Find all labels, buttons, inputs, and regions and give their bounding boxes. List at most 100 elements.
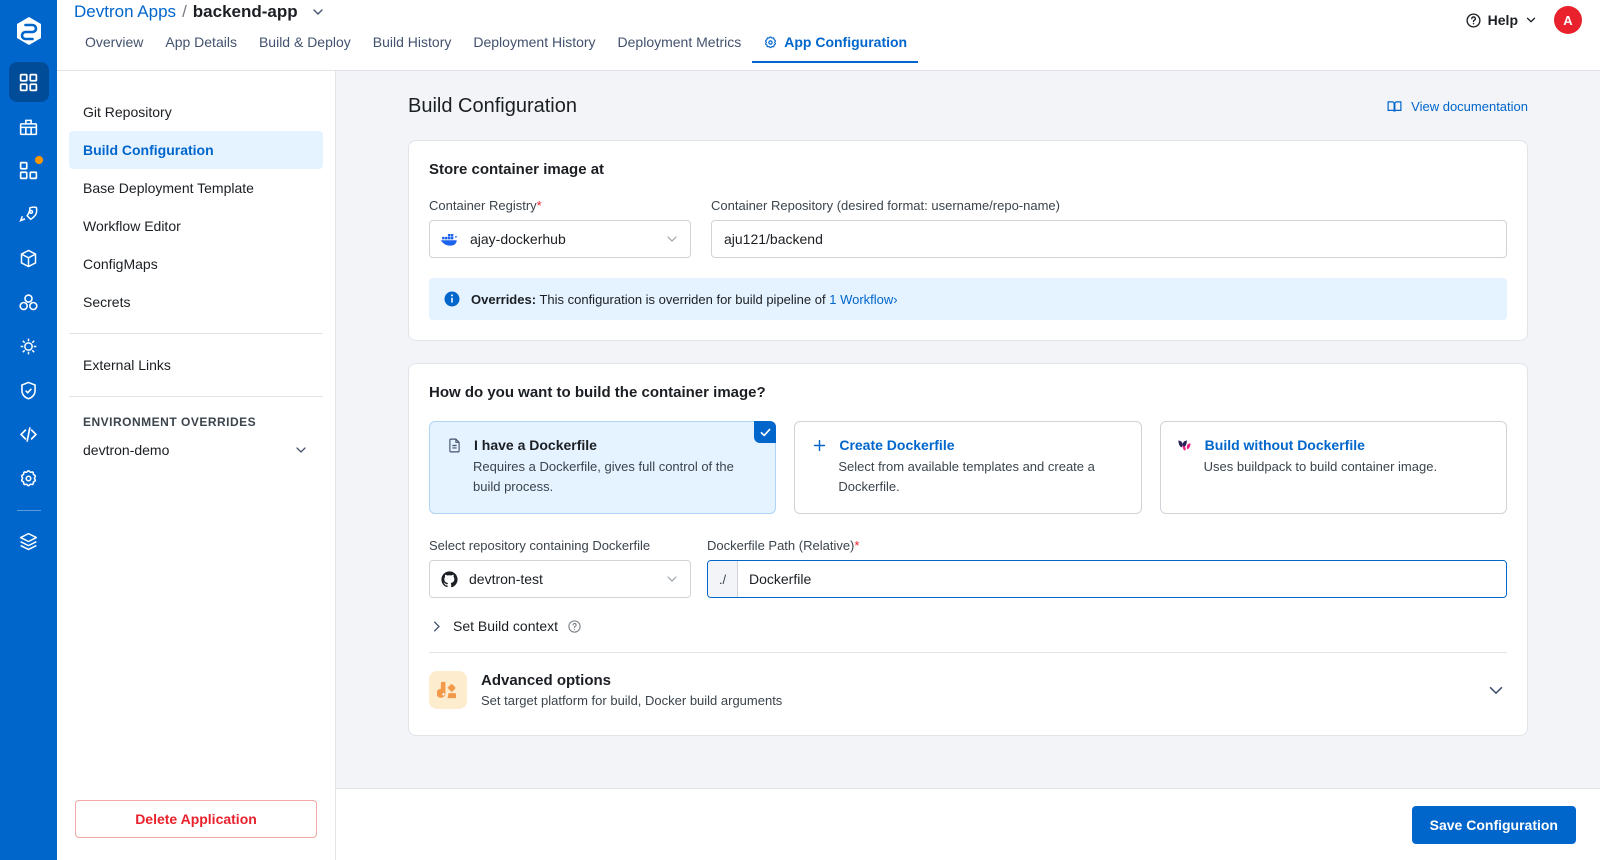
- devtron-logo-icon[interactable]: [0, 0, 57, 62]
- rail-item-bug-icon[interactable]: [9, 326, 49, 366]
- chevron-down-icon[interactable]: [1485, 679, 1507, 701]
- tab-overview[interactable]: Overview: [74, 30, 154, 63]
- overrides-link-caret[interactable]: ›: [893, 292, 897, 307]
- sidebar-item-build-configuration[interactable]: Build Configuration: [69, 131, 323, 169]
- breadcrumb-parent-link[interactable]: Devtron Apps: [74, 2, 176, 22]
- required-marker: *: [854, 538, 860, 553]
- set-build-context-label: Set Build context: [453, 618, 559, 634]
- dockerfile-repository-label: Select repository containing Dockerfile: [429, 538, 651, 553]
- option-header: Create Dockerfile: [811, 436, 1124, 454]
- rail-item-chart-store[interactable]: [9, 106, 49, 146]
- option-description: Requires a Dockerfile, gives full contro…: [473, 459, 734, 494]
- content-footer: Save Configuration: [336, 788, 1600, 860]
- sidebar-item-secrets[interactable]: Secrets: [69, 283, 323, 321]
- label-text: Dockerfile Path (Relative): [707, 538, 855, 553]
- breadcrumb-separator: /: [182, 2, 187, 21]
- build-method-card: How do you want to build the container i…: [408, 363, 1528, 736]
- tab-app-configuration[interactable]: App Configuration: [752, 30, 919, 63]
- container-registry-select[interactable]: ajay-dockerhub: [429, 220, 691, 258]
- rail-item-resource-browser[interactable]: [9, 238, 49, 278]
- rail-item-security[interactable]: [9, 370, 49, 410]
- container-repository-label: Container Repository (desired format: us…: [711, 198, 1060, 213]
- label-text: Container Registry: [429, 198, 537, 213]
- tab-deployment-metrics[interactable]: Deployment Metrics: [607, 30, 753, 63]
- delete-application-button[interactable]: Delete Application: [75, 800, 317, 838]
- tab-label: Deployment History: [473, 34, 596, 50]
- rail-item-global-configurations[interactable]: [9, 458, 49, 498]
- rail-item-clusters[interactable]: [9, 282, 49, 322]
- chevron-down-icon[interactable]: [310, 4, 326, 20]
- required-marker: *: [536, 198, 542, 213]
- app-tabs: Overview App Details Build & Deploy Buil…: [74, 30, 919, 63]
- advanced-options-subtitle: Set target platform for build, Docker bu…: [481, 693, 783, 708]
- tab-build-and-deploy[interactable]: Build & Deploy: [248, 30, 362, 63]
- option-i-have-a-dockerfile[interactable]: I have a Dockerfile Requires a Dockerfil…: [429, 421, 777, 514]
- option-header: Build without Dockerfile: [1177, 436, 1490, 454]
- option-header: I have a Dockerfile: [446, 436, 759, 454]
- sidebar-item-label: External Links: [83, 357, 171, 373]
- help-button[interactable]: Help: [1465, 12, 1538, 29]
- chevron-down-icon: [664, 231, 680, 247]
- tab-label: App Configuration: [784, 34, 908, 50]
- build-method-question: How do you want to build the container i…: [429, 384, 766, 401]
- advanced-options-row[interactable]: Advanced options Set target platform for…: [429, 667, 1507, 715]
- config-sidebar: Git Repository Build Configuration Base …: [57, 71, 336, 860]
- view-documentation-link[interactable]: View documentation: [1386, 98, 1528, 115]
- option-description: Uses buildpack to build container image.: [1203, 459, 1438, 474]
- sidebar-item-git-repository[interactable]: Git Repository: [69, 93, 323, 131]
- sidebar-item-label: Secrets: [83, 294, 131, 310]
- sidebar-divider: [69, 396, 323, 397]
- set-build-context-toggle[interactable]: Set Build context: [429, 618, 1507, 634]
- dockerfile-repository-field: Select repository containing Dockerfile …: [429, 538, 691, 598]
- sidebar-item-base-deployment-template[interactable]: Base Deployment Template: [69, 169, 323, 207]
- rail-item-application-groups[interactable]: [9, 150, 49, 190]
- app-body: Git Repository Build Configuration Base …: [57, 71, 1600, 860]
- avatar[interactable]: A: [1554, 6, 1582, 34]
- tab-label: Overview: [85, 34, 144, 50]
- sidebar-item-label: Git Repository: [83, 104, 172, 120]
- dockerfile-path-label: Dockerfile Path (Relative)*: [707, 538, 1507, 553]
- store-container-image-card: Store container image at Container Regis…: [408, 140, 1528, 341]
- sidebar-item-workflow-editor[interactable]: Workflow Editor: [69, 207, 323, 245]
- dockerfile-repository-select[interactable]: devtron-test: [429, 560, 691, 598]
- rail-item-stack-manager[interactable]: [9, 521, 49, 561]
- dockerfile-location-row: Select repository containing Dockerfile …: [429, 538, 1507, 598]
- question-circle-icon: [1465, 12, 1482, 29]
- overrides-info-bar: Overrides: This configuration is overrid…: [429, 278, 1507, 320]
- container-registry-label: Container Registry*: [429, 198, 691, 213]
- sidebar-item-label: Base Deployment Template: [83, 180, 254, 196]
- tab-label: Deployment Metrics: [617, 34, 742, 50]
- registry-row: Container Registry* ajay-dockerhub Conta…: [429, 198, 1507, 258]
- sidebar-item-devtron-demo[interactable]: devtron-demo: [69, 433, 323, 467]
- chevron-down-icon: [1524, 13, 1538, 27]
- tab-deployment-history[interactable]: Deployment History: [462, 30, 606, 63]
- sidebar-item-configmaps[interactable]: ConfigMaps: [69, 245, 323, 283]
- chevron-right-icon: [429, 619, 444, 634]
- rail-item-jobs[interactable]: [9, 194, 49, 234]
- app-header: Devtron Apps / backend-app Overview App …: [57, 0, 1600, 71]
- rail-item-code-icon[interactable]: [9, 414, 49, 454]
- option-title: I have a Dockerfile: [474, 437, 597, 453]
- option-build-without-dockerfile[interactable]: Build without Dockerfile Uses buildpack …: [1159, 421, 1507, 514]
- tab-label: Build History: [372, 34, 452, 50]
- sidebar-item-label: Workflow Editor: [83, 218, 181, 234]
- tab-app-details[interactable]: App Details: [154, 30, 248, 63]
- option-title: Create Dockerfile: [839, 437, 955, 453]
- container-repository-input[interactable]: [711, 220, 1507, 258]
- rail-item-applications[interactable]: [8, 62, 49, 102]
- save-configuration-button[interactable]: Save Configuration: [1411, 805, 1576, 844]
- tab-build-history[interactable]: Build History: [362, 30, 463, 63]
- overrides-workflow-link[interactable]: 1 Workflow: [829, 292, 893, 307]
- chevron-down-icon: [664, 571, 680, 587]
- tab-label: App Details: [165, 34, 237, 50]
- sidebar-item-label: Build Configuration: [83, 142, 214, 158]
- sidebar-item-external-links[interactable]: External Links: [69, 346, 323, 384]
- advanced-options-title: Advanced options: [481, 672, 612, 689]
- store-card-title: Store container image at: [429, 161, 605, 178]
- left-nav-rail: [0, 0, 57, 860]
- breadcrumb-current-app: backend-app: [192, 2, 298, 21]
- dockerfile-path-input[interactable]: [738, 561, 1506, 597]
- question-circle-icon[interactable]: [567, 619, 582, 634]
- plus-icon: [811, 437, 828, 454]
- option-create-dockerfile[interactable]: Create Dockerfile Select from available …: [794, 421, 1142, 514]
